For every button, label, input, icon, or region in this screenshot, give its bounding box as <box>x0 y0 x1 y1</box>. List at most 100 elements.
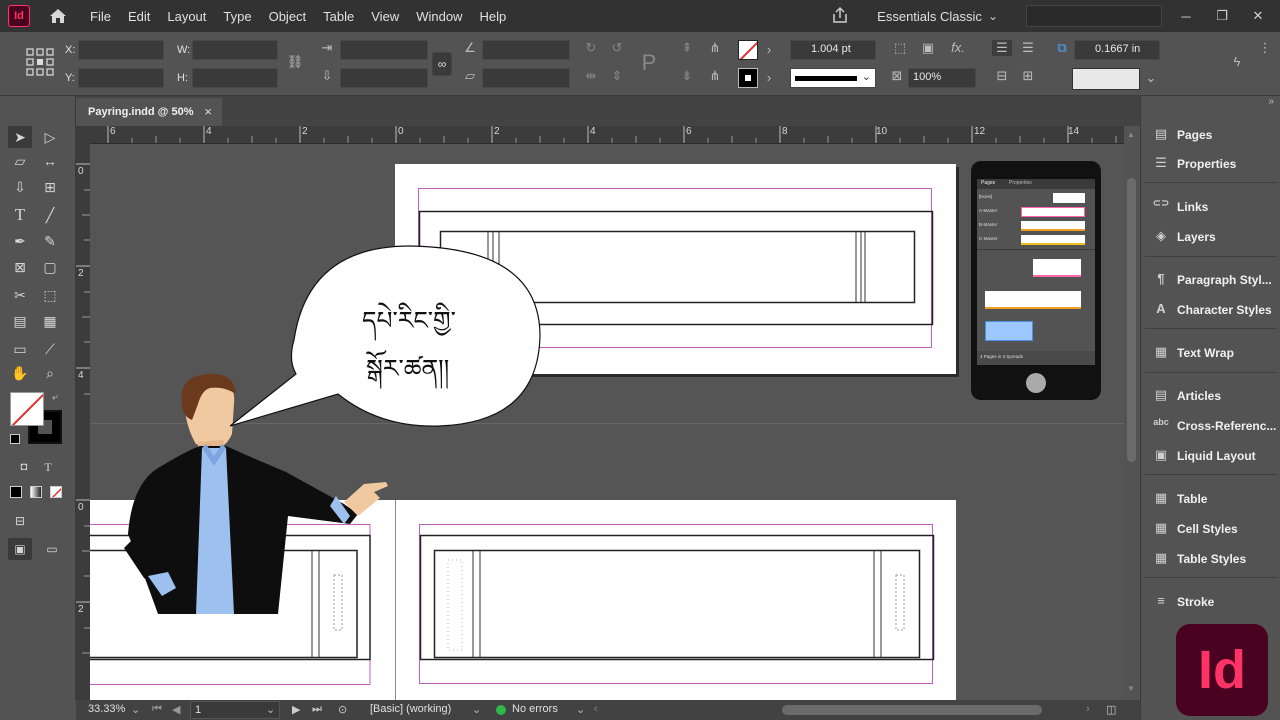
horizontal-ruler[interactable]: 6 4 2 0 2 4 6 8 10 12 14 <box>90 126 1124 144</box>
zoom-tool-icon[interactable]: ⌕ <box>38 362 62 384</box>
stroke-menu-chevron-icon[interactable]: › <box>762 70 776 85</box>
pencil-tool-icon[interactable]: ✎ <box>38 230 62 252</box>
panel-cross-references[interactable]: abc Cross-Referenc... <box>1151 417 1276 435</box>
split-view-icon[interactable]: ◫ <box>1106 703 1116 716</box>
panel-properties[interactable]: ☰ Properties <box>1151 155 1236 173</box>
stroke-type-dropdown[interactable]: ⌄ <box>790 68 876 88</box>
scissors-tool-icon[interactable]: ✂ <box>8 284 32 306</box>
direct-selection-tool-icon[interactable]: ▷ <box>38 126 62 148</box>
note-tool-icon[interactable]: ▭ <box>8 338 32 360</box>
ruler-origin[interactable] <box>76 126 90 144</box>
select-next-icon[interactable]: ⋔ <box>704 68 726 84</box>
scrollbar-thumb[interactable] <box>1127 178 1136 462</box>
formatting-text-icon[interactable]: T <box>36 456 60 478</box>
first-page-icon[interactable]: ⏮ <box>152 703 162 716</box>
shear-field[interactable] <box>482 68 570 88</box>
fill-proxy[interactable] <box>10 392 44 426</box>
rotate-ccw-icon[interactable]: ↺ <box>608 40 626 56</box>
fill-swatch[interactable] <box>738 40 758 60</box>
baseline-icon[interactable]: ⊞ <box>1018 68 1038 84</box>
y-field[interactable] <box>78 68 164 88</box>
flip-horizontal-icon[interactable]: ⇹ <box>582 68 600 84</box>
search-input[interactable] <box>1026 5 1162 27</box>
text-frame-options-icon[interactable]: ⊟ <box>992 68 1012 84</box>
apply-none-icon[interactable] <box>50 486 62 498</box>
panel-articles[interactable]: ▤ Articles <box>1151 387 1221 405</box>
effects-icon[interactable]: fx. <box>946 40 970 55</box>
panel-layers[interactable]: ◈ Layers <box>1151 228 1216 246</box>
height-field[interactable] <box>192 68 278 88</box>
errors-status[interactable]: No errors <box>512 703 558 715</box>
select-container-icon[interactable]: ⇞ <box>678 40 696 56</box>
panel-table-styles[interactable]: ▦ Table Styles <box>1151 550 1246 568</box>
close-icon[interactable]: ✕ <box>1240 8 1276 24</box>
content-collector-icon[interactable]: ⇩ <box>8 176 32 198</box>
scale-y-field[interactable] <box>340 68 428 88</box>
panel-text-wrap[interactable]: ▦ Text Wrap <box>1151 344 1234 362</box>
apply-gradient-icon[interactable] <box>30 486 42 498</box>
next-page-icon[interactable]: ▶ <box>292 703 300 716</box>
panel-links[interactable]: ⊂⊃ Links <box>1151 198 1209 216</box>
hand-tool-icon[interactable]: ✋ <box>8 362 32 384</box>
column-style-chevron-icon[interactable]: ⌄ <box>1144 70 1158 86</box>
formatting-container-icon[interactable]: ◘ <box>12 456 36 478</box>
rectangle-frame-tool-icon[interactable]: ⊠ <box>8 256 32 278</box>
align-right-icon[interactable]: ☰ <box>1018 40 1038 56</box>
scroll-right-icon[interactable]: › <box>1086 703 1090 715</box>
gutter-field[interactable]: 0.1667 in <box>1074 40 1160 60</box>
restore-icon[interactable]: ❐ <box>1204 8 1240 24</box>
panel-paragraph-styles[interactable]: ¶ Paragraph Styl... <box>1151 271 1271 289</box>
auto-fit-icon[interactable]: ⧉ <box>1052 40 1072 56</box>
swap-fill-stroke-icon[interactable]: ⤶ <box>52 392 58 403</box>
page-tool-icon[interactable]: ▱ <box>8 150 32 172</box>
menu-edit[interactable]: Edit <box>128 9 150 24</box>
close-tab-icon[interactable]: × <box>204 104 212 119</box>
gap-tool-icon[interactable]: ↔ <box>38 150 62 172</box>
pen-tool-icon[interactable]: ✒ <box>8 230 32 252</box>
page-chevron-down-icon[interactable]: ⌄ <box>266 703 275 716</box>
previous-page-icon[interactable]: ◀ <box>172 703 180 716</box>
stroke-swatch[interactable] <box>738 68 758 88</box>
stroke-weight-field[interactable]: 1.004 pt <box>790 40 876 60</box>
menu-table[interactable]: Table <box>323 9 354 24</box>
panel-cell-styles[interactable]: ▦ Cell Styles <box>1151 520 1238 538</box>
scroll-up-icon[interactable]: ▲ <box>1127 130 1135 139</box>
select-previous-icon[interactable]: ⋔ <box>704 40 726 56</box>
rotation-field[interactable] <box>482 40 570 60</box>
link-proportions-icon[interactable]: ∞ <box>432 52 452 76</box>
fill-menu-chevron-icon[interactable]: › <box>762 42 776 57</box>
frame-fitting-icon[interactable]: ⬚ <box>890 40 910 56</box>
profile-chevron-down-icon[interactable]: ⌄ <box>472 703 481 716</box>
preflight-profile[interactable]: [Basic] (working) <box>370 703 451 715</box>
menu-type[interactable]: Type <box>223 9 251 24</box>
line-tool-icon[interactable]: ╱ <box>38 204 62 226</box>
workspace-switcher[interactable]: Essentials Classic <box>877 9 982 24</box>
drop-shadow-icon[interactable]: ▣ <box>918 40 938 56</box>
panel-menu-icon[interactable]: ⋮ <box>1258 40 1272 56</box>
share-icon[interactable] <box>831 6 853 26</box>
panel-character-styles[interactable]: A Character Styles <box>1151 301 1271 319</box>
speech-bubble[interactable]: དཔེ་རིང་གྱི་ སྒོར་ཚན།། <box>230 244 550 534</box>
menu-view[interactable]: View <box>371 9 399 24</box>
rectangle-tool-icon[interactable]: ▢ <box>38 256 62 278</box>
horizontal-scrollbar-thumb[interactable] <box>782 705 1042 715</box>
eyedropper-tool-icon[interactable]: ⟋ <box>38 338 62 360</box>
vertical-scrollbar[interactable]: ▲ ▼ <box>1124 126 1140 700</box>
vertical-ruler[interactable]: 0 2 4 0 2 <box>76 144 90 700</box>
gradient-swatch-tool-icon[interactable]: ▤ <box>8 310 32 332</box>
menu-window[interactable]: Window <box>416 9 462 24</box>
flip-vertical-icon[interactable]: ⇕ <box>608 68 626 84</box>
zoom-chevron-down-icon[interactable]: ⌄ <box>131 703 140 716</box>
minimize-icon[interactable]: ─ <box>1168 9 1204 24</box>
home-icon[interactable] <box>46 4 70 28</box>
menu-help[interactable]: Help <box>479 9 506 24</box>
document-canvas[interactable]: དཔེ་རིང་གྱི་ སྒོར་ཚན།། <box>90 144 1124 700</box>
panel-pages[interactable]: ▤ Pages <box>1151 126 1213 144</box>
edit-in-quickmask-icon[interactable]: ⊟ <box>8 510 32 532</box>
content-placer-icon[interactable]: ⊞ <box>38 176 62 198</box>
expand-panels-icon[interactable]: » <box>1268 96 1274 107</box>
rotate-cw-icon[interactable]: ↻ <box>582 40 600 56</box>
open-preflight-icon[interactable]: ⊙ <box>338 703 347 716</box>
column-style-dropdown[interactable] <box>1072 68 1140 90</box>
align-left-icon[interactable]: ☰ <box>992 40 1012 56</box>
